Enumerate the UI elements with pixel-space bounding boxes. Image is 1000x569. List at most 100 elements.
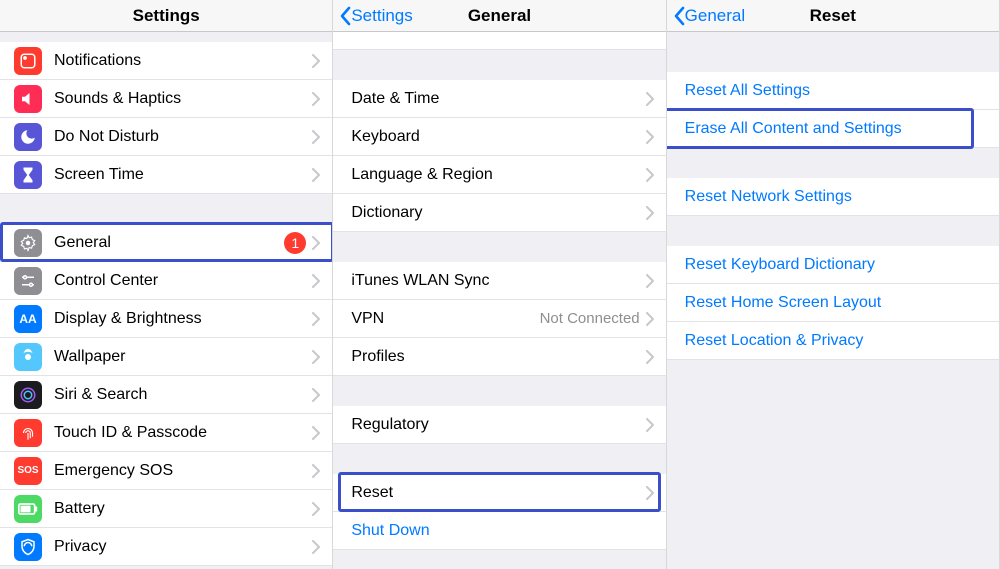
list-row[interactable]: Regulatory (333, 406, 665, 444)
settings-row-privacy[interactable]: Privacy (0, 528, 332, 566)
row-label: iTunes WLAN Sync (351, 272, 645, 290)
chevron-right-icon (312, 54, 320, 68)
chevron-right-icon (646, 168, 654, 182)
nav-bar: Settings (0, 0, 332, 32)
settings-panel: Settings Notifications Sounds & Haptics Do… (0, 0, 333, 569)
chevron-left-icon (339, 6, 351, 26)
row-label: VPN (351, 310, 539, 328)
settings-row-controlcenter[interactable]: Control Center (0, 262, 332, 300)
chevron-right-icon (312, 426, 320, 440)
row-label: Notifications (54, 52, 312, 70)
chevron-right-icon (646, 274, 654, 288)
reset-row[interactable]: Reset Home Screen Layout (667, 284, 999, 322)
screentime-icon (14, 161, 42, 189)
list-row[interactable]: Keyboard (333, 118, 665, 156)
reset-row[interactable]: Reset Keyboard Dictionary (667, 246, 999, 284)
chevron-right-icon (646, 350, 654, 364)
chevron-right-icon (312, 312, 320, 326)
row-label: Reset Network Settings (685, 188, 987, 206)
reset-row[interactable]: Reset All Settings (667, 72, 999, 110)
row-label: Siri & Search (54, 386, 312, 404)
nav-title: General (468, 6, 531, 26)
chevron-right-icon (646, 92, 654, 106)
nav-bar: Settings General (333, 0, 665, 32)
back-button[interactable]: General (673, 6, 745, 26)
settings-row-sounds[interactable]: Sounds & Haptics (0, 80, 332, 118)
row-label: Display & Brightness (54, 310, 312, 328)
chevron-right-icon (646, 486, 654, 500)
wallpaper-icon (14, 343, 42, 371)
back-label: General (685, 6, 745, 26)
reset-row[interactable]: Reset Location & Privacy (667, 322, 999, 360)
chevron-right-icon (646, 418, 654, 432)
back-label: Settings (351, 6, 412, 26)
row-label: Emergency SOS (54, 462, 312, 480)
row-label: Language & Region (351, 166, 645, 184)
sos-icon: SOS (14, 457, 42, 485)
list-row[interactable]: iTunes WLAN Sync (333, 262, 665, 300)
list-row[interactable]: Dictionary (333, 194, 665, 232)
row-label: Battery (54, 500, 312, 518)
settings-row-battery[interactable]: Battery (0, 490, 332, 528)
row-label: Shut Down (351, 522, 653, 540)
reset-list[interactable]: Reset All Settings Erase All Content and … (667, 32, 999, 569)
group-separator (0, 194, 332, 224)
chevron-right-icon (646, 312, 654, 326)
general-icon (14, 229, 42, 257)
settings-row-display[interactable]: AA Display & Brightness (0, 300, 332, 338)
row-label: Screen Time (54, 166, 312, 184)
chevron-right-icon (312, 388, 320, 402)
row-label: Date & Time (351, 90, 645, 108)
notification-badge: 1 (284, 232, 306, 254)
list-row[interactable]: VPNNot Connected (333, 300, 665, 338)
list-row[interactable]: Date & Time (333, 80, 665, 118)
settings-row-notifications[interactable]: Notifications (0, 42, 332, 80)
general-panel: Settings General Date & Time Keyboard Lang… (333, 0, 666, 569)
row-label: Do Not Disturb (54, 128, 312, 146)
chevron-right-icon (312, 464, 320, 478)
list-row[interactable]: Language & Region (333, 156, 665, 194)
chevron-right-icon (312, 274, 320, 288)
reset-row[interactable]: Erase All Content and Settings (667, 110, 999, 148)
chevron-right-icon (312, 540, 320, 554)
row-label: Touch ID & Passcode (54, 424, 312, 442)
row-label: Regulatory (351, 416, 645, 434)
settings-row-wallpaper[interactable]: Wallpaper (0, 338, 332, 376)
list-row[interactable]: Profiles (333, 338, 665, 376)
list-row[interactable]: Shut Down (333, 512, 665, 550)
settings-row-sos[interactable]: SOS Emergency SOS (0, 452, 332, 490)
settings-row-screentime[interactable]: Screen Time (0, 156, 332, 194)
settings-row-touchid[interactable]: Touch ID & Passcode (0, 414, 332, 452)
row-label: Reset Keyboard Dictionary (685, 256, 987, 274)
chevron-right-icon (312, 168, 320, 182)
row-label: Control Center (54, 272, 312, 290)
reset-row[interactable]: Reset Network Settings (667, 178, 999, 216)
sounds-icon (14, 85, 42, 113)
dnd-icon (14, 123, 42, 151)
controlcenter-icon (14, 267, 42, 295)
row-label: Wallpaper (54, 348, 312, 366)
row-label: Reset All Settings (685, 82, 987, 100)
display-icon: AA (14, 305, 42, 333)
row-label: Profiles (351, 348, 645, 366)
row-label: Reset (351, 484, 645, 502)
nav-bar: General Reset (667, 0, 999, 32)
settings-row-dnd[interactable]: Do Not Disturb (0, 118, 332, 156)
list-row[interactable] (333, 32, 665, 50)
settings-list[interactable]: Notifications Sounds & Haptics Do Not Dist… (0, 32, 332, 569)
privacy-icon (14, 533, 42, 561)
settings-row-siri[interactable]: Siri & Search (0, 376, 332, 414)
settings-row-general[interactable]: General1 (0, 224, 332, 262)
back-button[interactable]: Settings (339, 6, 412, 26)
row-label: Dictionary (351, 204, 645, 222)
list-row[interactable]: Reset (333, 474, 665, 512)
touchid-icon (14, 419, 42, 447)
reset-panel: General Reset Reset All Settings Erase Al… (667, 0, 1000, 569)
nav-title: Settings (133, 6, 200, 26)
chevron-right-icon (312, 502, 320, 516)
chevron-right-icon (312, 130, 320, 144)
chevron-right-icon (312, 350, 320, 364)
chevron-right-icon (312, 236, 320, 250)
general-list[interactable]: Date & Time Keyboard Language & Region Dict… (333, 32, 665, 569)
notifications-icon (14, 47, 42, 75)
